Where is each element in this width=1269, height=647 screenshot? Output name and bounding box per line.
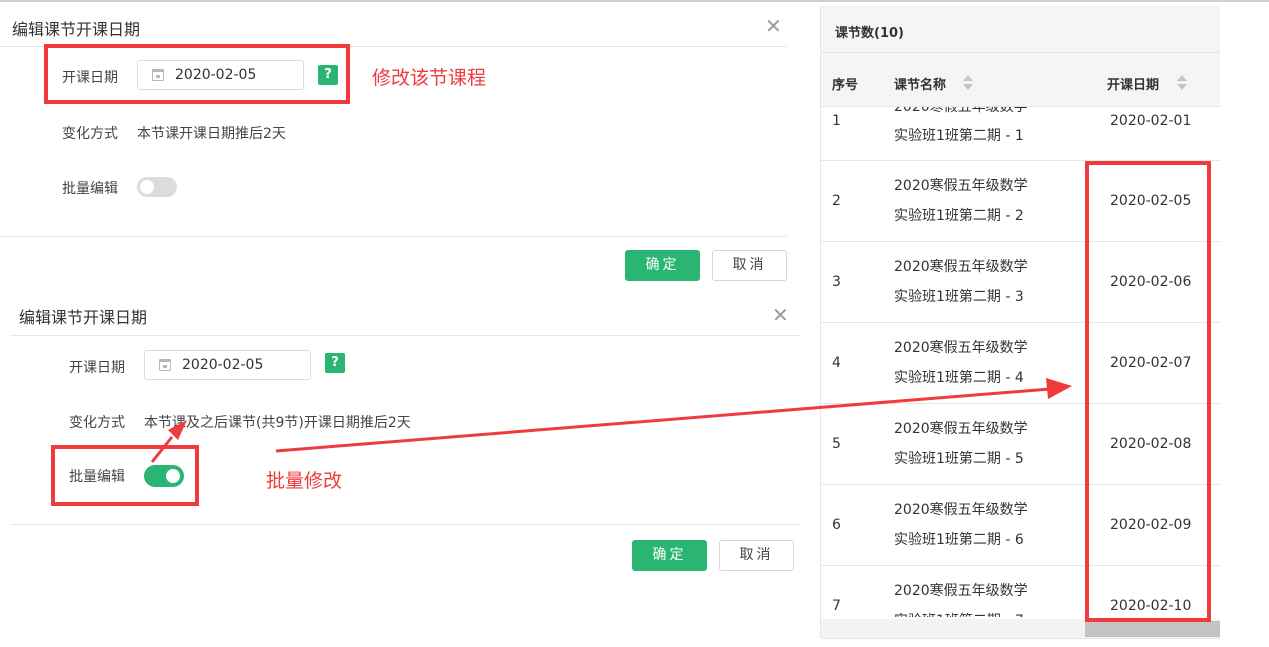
arrow-to-dates-line (275, 387, 1051, 453)
annotation-arrows (150, 378, 1072, 463)
arrow-to-dates-head (1046, 378, 1072, 399)
arrow-to-change-text-line (150, 436, 174, 463)
